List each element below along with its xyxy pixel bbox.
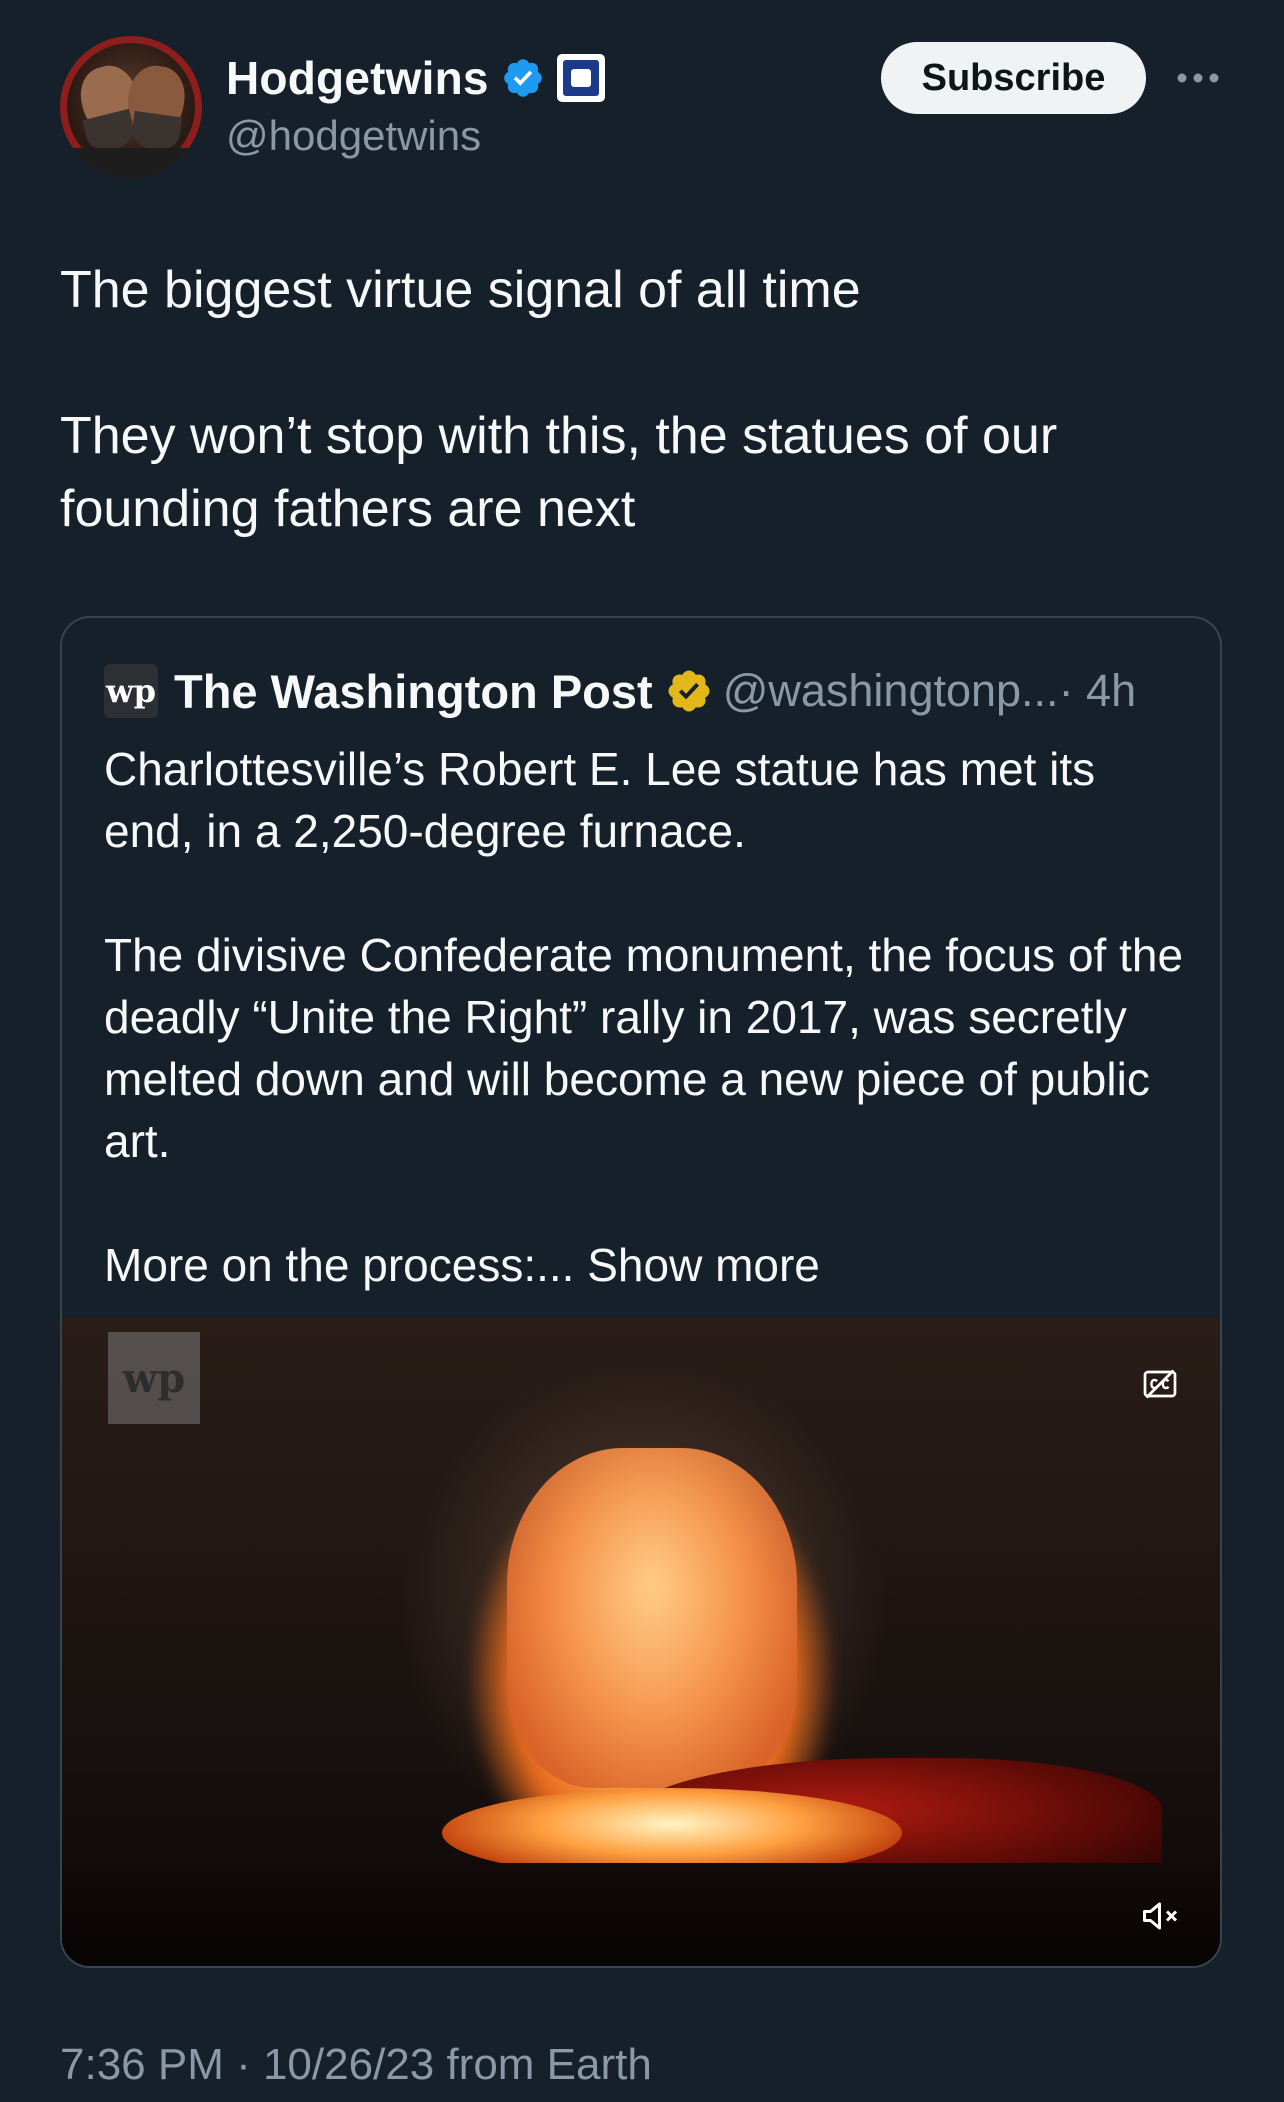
- quoted-tweet-time: · 4h: [1058, 665, 1137, 716]
- closed-captions-icon[interactable]: [1142, 1366, 1178, 1402]
- verified-badge-icon: [503, 59, 542, 97]
- quoted-tweet-text: Charlottesville’s Robert E. Lee statue h…: [104, 738, 1184, 1296]
- tweet-line-1: The biggest virtue signal of all time: [60, 261, 861, 319]
- quoted-paragraph-1: Charlottesville’s Robert E. Lee statue h…: [104, 743, 1096, 857]
- avatar-beard-right: [129, 110, 183, 154]
- quoted-author-handle: @washingtonp...: [722, 665, 1059, 716]
- quoted-paragraph-3-text: More on the process:...: [104, 1239, 588, 1291]
- gold-verified-badge-icon: [668, 670, 710, 712]
- avatar-shirt: [60, 148, 202, 178]
- show-more-link[interactable]: Show more: [587, 1239, 820, 1291]
- wp-watermark: wp: [108, 1332, 200, 1424]
- tweet-timestamp[interactable]: 7:36 PM · 10/26/23 from Earth: [60, 2040, 652, 2090]
- tweet-line-2: They won’t stop with this, the statues o…: [60, 407, 1058, 538]
- quoted-tweet-card[interactable]: wp The Washington Post @washingtonp... ·…: [60, 616, 1222, 1968]
- author-name-row: Hodgetwins: [226, 48, 605, 108]
- quoted-paragraph-3: More on the process:... Show more: [104, 1234, 1184, 1296]
- video-player[interactable]: wp: [62, 1318, 1220, 1966]
- quoted-author-name: The Washington Post: [174, 664, 653, 718]
- video-molten-statue: [507, 1448, 797, 1788]
- author-handle[interactable]: @hodgetwins: [226, 112, 605, 160]
- quoted-tweet-header: wp The Washington Post @washingtonp... ·…: [104, 662, 1136, 720]
- author-name[interactable]: Hodgetwins: [226, 51, 489, 105]
- subscribe-button[interactable]: Subscribe: [881, 42, 1146, 114]
- muted-speaker-icon[interactable]: [1140, 1898, 1182, 1934]
- author-block: Hodgetwins @hodgetwins: [226, 48, 605, 160]
- washington-post-logo-icon: wp: [104, 664, 158, 718]
- more-options-button[interactable]: [1172, 56, 1224, 100]
- more-options-icon: [1177, 73, 1219, 83]
- quoted-paragraph-2: The divisive Confederate monument, the f…: [104, 929, 1184, 1167]
- video-foreground-ledge: [62, 1863, 1220, 1966]
- affiliate-badge-icon[interactable]: [556, 54, 605, 102]
- tweet-text: The biggest virtue signal of all time Th…: [60, 254, 1220, 546]
- avatar[interactable]: [60, 36, 202, 178]
